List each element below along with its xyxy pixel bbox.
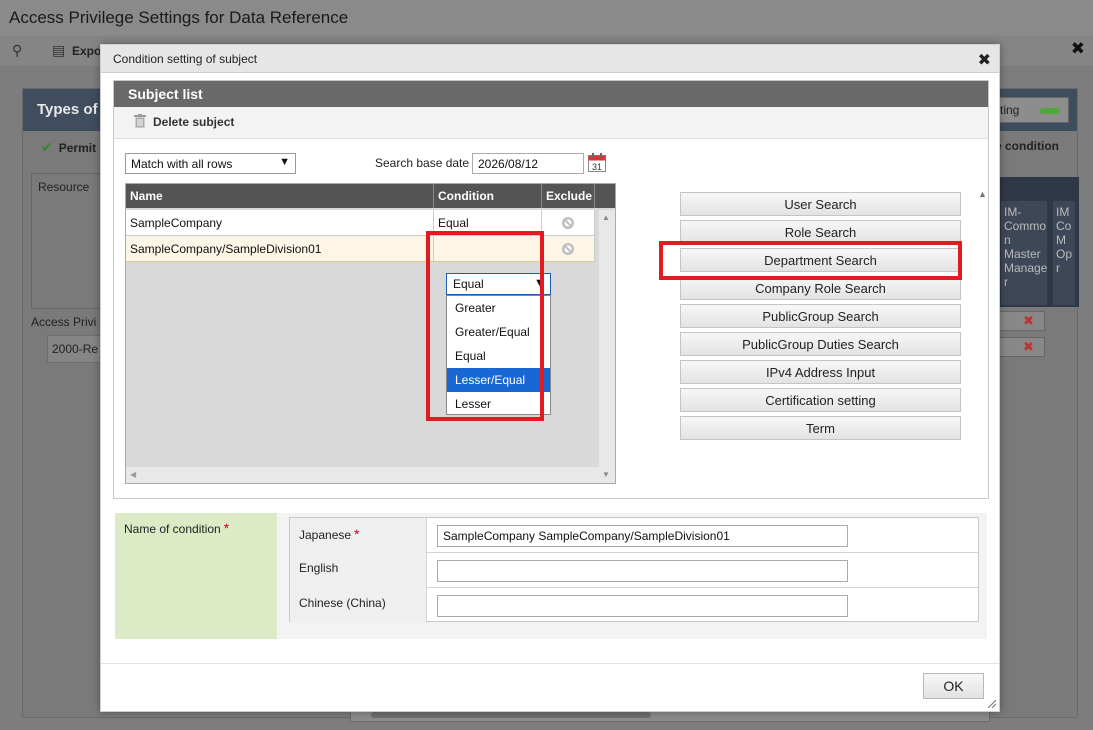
app-title: Access Privilege Settings for Data Refer… [0, 0, 1093, 36]
export-icon[interactable]: ▤ [52, 42, 65, 59]
option-lesser-equal[interactable]: Lesser/Equal [447, 368, 550, 392]
chevron-down-icon: ▼ [534, 277, 545, 289]
field-label-chinese: Chinese (China) [290, 588, 427, 623]
name-of-condition-label: Name of condition * [115, 513, 277, 639]
condition-select-value: Equal [453, 277, 484, 291]
column-header-condition: Condition [434, 184, 542, 208]
table-horizontal-scrollbar[interactable]: ◀ [126, 467, 601, 483]
dialog-title-bar: Condition setting of subject ✖ [101, 45, 999, 73]
delete-icon[interactable]: ✖ [1023, 313, 1034, 329]
scroll-left-icon[interactable]: ◀ [130, 470, 136, 479]
row-condition-cell [434, 236, 542, 262]
column-header-name: Name [126, 184, 434, 208]
resource-label: Resource [31, 173, 101, 309]
table-row[interactable]: SampleCompany Equal [126, 210, 600, 236]
field-label-english: English [290, 553, 427, 588]
scroll-down-icon[interactable]: ▼ [602, 470, 610, 479]
status-indicator-icon [1040, 108, 1060, 114]
name-of-condition-table: Japanese * SampleCompany SampleCompany/Sa… [289, 517, 979, 623]
column-header-label: IM Co M Op r [1056, 205, 1073, 275]
required-mark: * [223, 520, 230, 536]
term-button[interactable]: Term [680, 416, 961, 440]
table-header: Name Condition Exclude [126, 184, 615, 208]
field-label-text: Japanese [299, 528, 352, 542]
table-row-selected[interactable]: SampleCompany/SampleDivision01 [126, 236, 600, 262]
resize-grip-icon[interactable] [986, 698, 996, 708]
publicgroup-duties-search-button[interactable]: PublicGroup Duties Search [680, 332, 961, 356]
subject-list-panel: Subject list Delete subject Match with a… [113, 80, 989, 521]
option-equal[interactable]: Equal [447, 344, 550, 368]
field-label-japanese: Japanese * [290, 518, 427, 553]
row-exclude-cell [542, 236, 595, 262]
export-button[interactable]: Expo [72, 44, 101, 58]
name-of-condition-text: Name of condition [124, 522, 221, 536]
scroll-up-icon[interactable]: ▲ [602, 213, 610, 222]
subject-toolbar: Delete subject [114, 107, 988, 139]
match-select-value: Match with all rows [131, 157, 233, 171]
column-header-im-op: IM Co M Op r [1053, 201, 1075, 305]
publicgroup-search-button[interactable]: PublicGroup Search [680, 304, 961, 328]
check-icon: ✔ [41, 139, 53, 155]
subject-list-header: Subject list [114, 81, 988, 107]
option-lesser[interactable]: Lesser [447, 392, 550, 416]
column-header-im-common: IM- Commo n Master Manage r [1001, 201, 1047, 305]
user-search-button[interactable]: User Search [680, 192, 961, 216]
search-icon[interactable]: ⚲ [12, 42, 22, 59]
permit-button[interactable]: ✔ Permit [41, 139, 96, 156]
column-header-label: IM- Commo n Master Manage r [1004, 205, 1048, 289]
row-condition[interactable]: Equal [434, 210, 542, 236]
search-base-date-input[interactable]: 2026/08/12 [472, 153, 584, 174]
company-role-search-button[interactable]: Company Role Search [680, 276, 961, 300]
calendar-icon[interactable]: 31 [588, 153, 606, 172]
dialog-title: Condition setting of subject [113, 52, 258, 66]
name-of-condition-area: Japanese * SampleCompany SampleCompany/Sa… [277, 513, 987, 639]
row-name: SampleCompany [126, 210, 434, 236]
field-row-chinese: Chinese (China) [290, 588, 978, 623]
close-icon[interactable]: ✖ [1071, 39, 1085, 59]
row-exclude-cell [542, 210, 595, 236]
column-header-exclude: Exclude [542, 184, 595, 208]
condition-select[interactable]: Equal ▼ [446, 273, 551, 295]
scroll-up-icon[interactable]: ▲ [978, 189, 987, 199]
svg-text:31: 31 [592, 162, 602, 172]
scrollbar-thumb[interactable] [371, 712, 651, 718]
exclude-icon[interactable] [561, 216, 575, 230]
permit-label: Permit [58, 141, 97, 155]
field-row-english: English [290, 553, 978, 588]
trash-icon[interactable] [134, 114, 146, 128]
chevron-down-icon: ▼ [279, 156, 290, 168]
ok-button[interactable]: OK [923, 673, 984, 699]
table-vertical-scrollbar[interactable]: ▲ ▼ [599, 210, 615, 483]
dialog-footer-divider [101, 663, 999, 664]
match-select[interactable]: Match with all rows ▼ [125, 153, 296, 174]
delete-icon[interactable]: ✖ [1023, 339, 1034, 355]
field-row-japanese: Japanese * SampleCompany SampleCompany/Sa… [290, 518, 978, 553]
grid-cell[interactable] [999, 337, 1045, 357]
english-name-input[interactable] [437, 560, 848, 582]
access-privilege-label: Access Privi [31, 315, 97, 329]
chinese-name-input[interactable] [437, 595, 848, 617]
buttons-scrollbar[interactable]: ▲ ▼ [976, 189, 990, 529]
option-greater-equal[interactable]: Greater/Equal [447, 320, 550, 344]
role-search-button[interactable]: Role Search [680, 220, 961, 244]
condition-button[interactable]: e condition [995, 139, 1059, 153]
delete-subject-button[interactable]: Delete subject [153, 115, 234, 129]
certification-setting-button[interactable]: Certification setting [680, 388, 961, 412]
ipv4-address-input-button[interactable]: IPv4 Address Input [680, 360, 961, 384]
search-base-date-label: Search base date [375, 156, 470, 170]
japanese-name-input[interactable]: SampleCompany SampleCompany/SampleDivisi… [437, 525, 848, 547]
option-greater[interactable]: Greater [447, 296, 550, 320]
department-search-button[interactable]: Department Search [680, 248, 961, 272]
row-name: SampleCompany/SampleDivision01 [126, 236, 434, 262]
condition-dialog: Condition setting of subject ✖ Subject l… [100, 44, 1000, 712]
condition-dropdown: Greater Greater/Equal Equal Lesser/Equal… [446, 295, 551, 415]
required-mark: * [354, 526, 360, 542]
close-icon[interactable]: ✖ [978, 50, 991, 70]
grid-cell[interactable] [999, 311, 1045, 331]
exclude-icon[interactable] [561, 242, 575, 256]
